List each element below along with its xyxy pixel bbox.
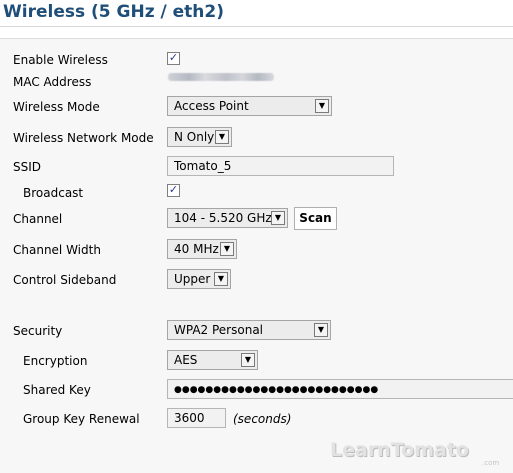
shared-key-input[interactable]: ●●●●●●●●●●●●●●●●●●●●●●●●●●	[167, 379, 513, 399]
channel-label: Channel	[13, 212, 63, 226]
network-mode-value: N Only	[174, 130, 215, 144]
channel-width-select[interactable]: 40 MHz ▼	[167, 239, 237, 259]
encryption-label: Encryption	[23, 354, 88, 368]
triangle-down-icon: ▼	[220, 242, 234, 256]
shared-key-value: ●●●●●●●●●●●●●●●●●●●●●●●●●●	[174, 385, 379, 395]
broadcast-checkbox[interactable]: ✓	[167, 183, 180, 197]
enable-wireless-label: Enable Wireless	[13, 53, 108, 67]
watermark-suffix: .com	[482, 459, 500, 467]
checkmark-icon: ✓	[168, 51, 179, 64]
mac-address-label: MAC Address	[13, 75, 92, 89]
channel-width-value: 40 MHz	[174, 242, 219, 256]
broadcast-label: Broadcast	[23, 186, 84, 200]
enable-wireless-checkbox[interactable]: ✓	[167, 51, 180, 65]
triangle-down-icon: ▼	[314, 323, 328, 337]
control-sideband-select[interactable]: Upper ▼	[167, 269, 231, 289]
triangle-down-icon: ▼	[241, 353, 255, 367]
channel-value: 104 - 5.520 GHz	[174, 211, 272, 225]
wireless-mode-select[interactable]: Access Point ▼	[167, 96, 332, 116]
group-key-renewal-label: Group Key Renewal	[23, 412, 140, 426]
page-header: Wireless (5 GHz / eth2)	[0, 0, 513, 27]
triangle-down-icon: ▼	[315, 99, 329, 113]
wireless-mode-label: Wireless Mode	[13, 100, 100, 114]
ssid-label: SSID	[13, 160, 42, 174]
control-sideband-label: Control Sideband	[13, 273, 117, 287]
shared-key-label: Shared Key	[23, 383, 91, 397]
security-value: WPA2 Personal	[174, 323, 264, 337]
group-key-renewal-input[interactable]: 3600	[167, 408, 226, 428]
network-mode-label: Wireless Network Mode	[13, 131, 154, 145]
mac-address-value-redacted	[168, 73, 274, 81]
wireless-mode-value: Access Point	[174, 99, 249, 113]
channel-width-label: Channel Width	[13, 243, 101, 257]
seconds-unit-label: (seconds)	[233, 412, 292, 426]
security-label: Security	[13, 324, 63, 338]
triangle-down-icon: ▼	[271, 211, 285, 225]
network-mode-select[interactable]: N Only ▼	[167, 127, 232, 147]
encryption-select[interactable]: AES ▼	[167, 350, 258, 370]
ssid-input[interactable]: Tomato_5	[167, 156, 394, 176]
channel-select[interactable]: 104 - 5.520 GHz ▼	[167, 208, 288, 228]
triangle-down-icon: ▼	[214, 272, 228, 286]
security-select[interactable]: WPA2 Personal ▼	[167, 320, 331, 340]
learntomato-watermark: LearnTomato .com	[330, 439, 513, 469]
watermark-text: LearnTomato	[330, 439, 469, 461]
page-title: Wireless (5 GHz / eth2)	[3, 2, 224, 22]
ssid-value: Tomato_5	[174, 159, 232, 173]
group-key-renewal-value: 3600	[174, 411, 205, 425]
scan-button[interactable]: Scan	[294, 207, 337, 230]
checkmark-icon: ✓	[168, 183, 179, 196]
triangle-down-icon: ▼	[215, 130, 229, 144]
control-sideband-value: Upper	[174, 272, 211, 286]
encryption-value: AES	[174, 353, 198, 367]
